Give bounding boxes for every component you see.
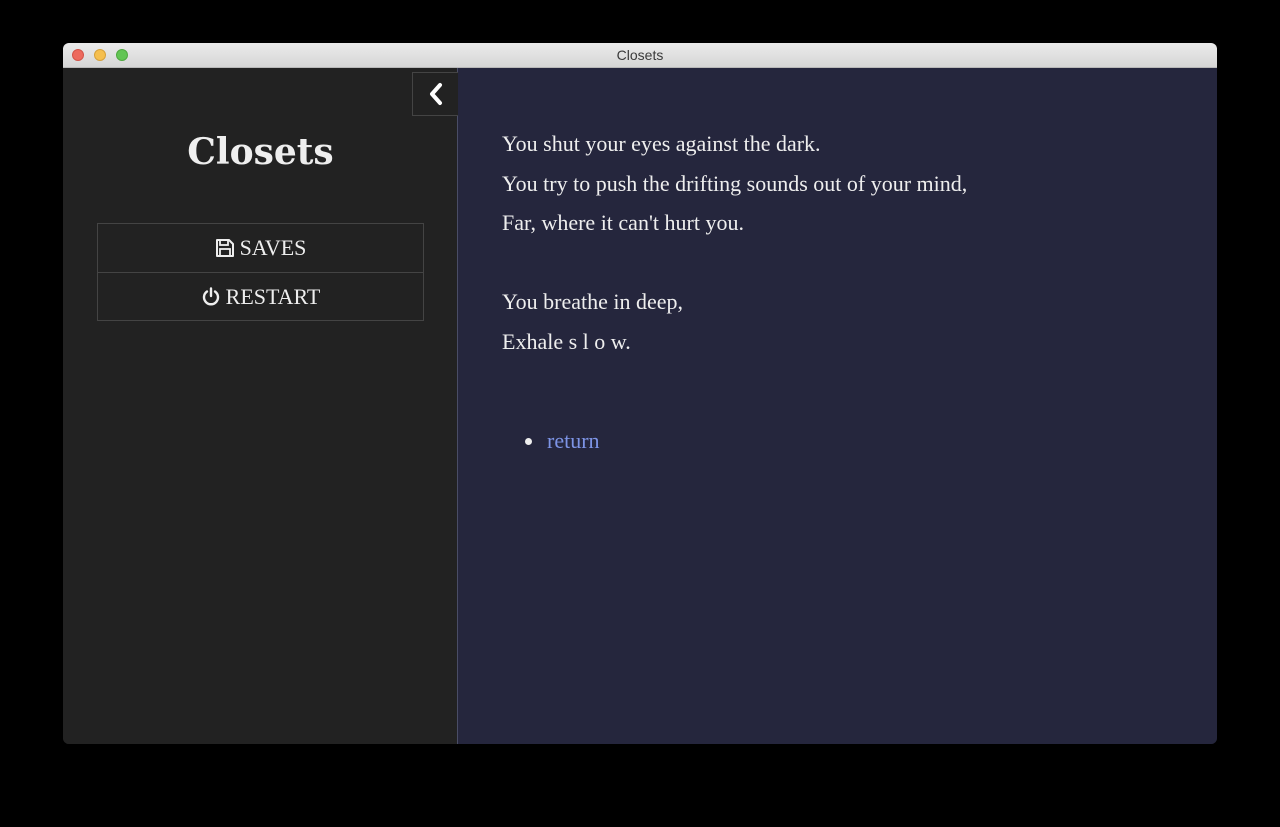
passage-line: You breathe in deep, [502,289,684,314]
chevron-left-icon [429,83,442,105]
passage-line: You shut your eyes against the dark. [502,131,821,156]
saves-label: SAVES [239,235,307,260]
power-icon [201,286,221,307]
app-window: Closets Closets SAVES RESTART You shut y… [63,43,1217,744]
title-bar: Closets [63,43,1217,68]
passage-blank-line [502,243,967,283]
sidebar: Closets SAVES RESTART [63,68,458,744]
passage-text: You shut your eyes against the dark. You… [502,124,967,361]
save-icon [215,238,235,258]
passage-area: You shut your eyes against the dark. You… [458,68,1217,744]
window-title: Closets [616,47,664,63]
choice-list: return [502,421,600,461]
restart-button[interactable]: RESTART [98,272,423,320]
passage-line: Exhale s l o w. [502,328,631,354]
sidebar-collapse-button[interactable] [412,72,458,116]
saves-button[interactable]: SAVES [98,224,423,272]
passage-line: You try to push the drifting sounds out … [502,170,968,196]
return-link[interactable]: return [547,428,600,453]
sidebar-menu: SAVES RESTART [97,223,424,321]
story-title: Closets [187,131,334,173]
restart-label: RESTART [225,283,321,309]
choice-item: return [502,421,600,461]
passage-line: Far, where it can't hurt you. [502,210,744,235]
